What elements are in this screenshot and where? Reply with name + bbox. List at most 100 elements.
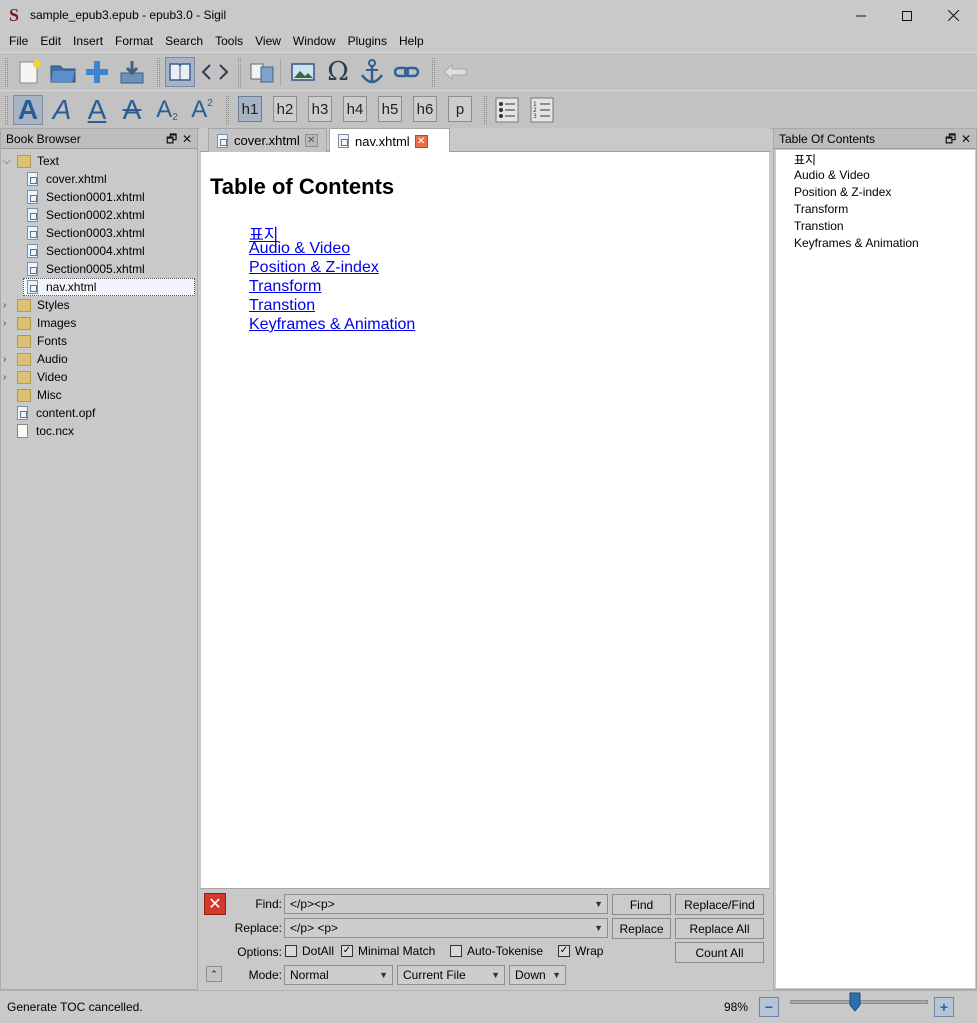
- maximize-icon[interactable]: [884, 0, 930, 31]
- tree-file-cover[interactable]: cover.xhtml: [27, 170, 107, 188]
- tree-folder-text[interactable]: ⌵ Text: [3, 152, 59, 170]
- insert-special-char-icon[interactable]: Ω: [323, 57, 353, 87]
- wrap-checkbox[interactable]: ✓ Wrap: [558, 944, 603, 958]
- bold-icon[interactable]: A: [13, 95, 43, 125]
- scope-select[interactable]: Current File ▼: [397, 965, 505, 985]
- new-file-icon[interactable]: [14, 57, 44, 87]
- replace-button[interactable]: Replace: [612, 918, 671, 939]
- heading-h4-button[interactable]: h4: [343, 96, 367, 122]
- float-panel-icon[interactable]: 🗗: [945, 132, 956, 146]
- toc-item[interactable]: Keyframes & Animation: [794, 236, 919, 250]
- toolbar-grip[interactable]: [226, 96, 229, 125]
- toolbar-grip[interactable]: [157, 58, 160, 87]
- heading-h1-button[interactable]: h1: [238, 96, 262, 122]
- toc-link-transform[interactable]: Transform: [249, 278, 321, 296]
- tree-folder-styles[interactable]: › Styles: [3, 296, 70, 314]
- collapse-arrow-icon[interactable]: ›: [3, 300, 13, 311]
- open-folder-icon[interactable]: [48, 57, 78, 87]
- toc-item[interactable]: Transform: [794, 202, 848, 216]
- tree-file-nav-selected[interactable]: nav.xhtml: [23, 278, 195, 296]
- tree-file-section0004[interactable]: Section0004.xhtml: [27, 242, 145, 260]
- toolbar-grip[interactable]: [5, 96, 8, 125]
- toc-link-audio-video[interactable]: Audio & Video: [249, 240, 350, 258]
- close-icon[interactable]: [930, 0, 976, 31]
- zoom-in-icon[interactable]: +: [934, 997, 954, 1017]
- subscript-icon[interactable]: A2: [152, 95, 182, 125]
- underline-icon[interactable]: A: [82, 95, 112, 125]
- collapse-arrow-icon[interactable]: ›: [3, 372, 13, 383]
- find-input[interactable]: </p><p> ▼: [284, 894, 608, 914]
- tree-file-section0003[interactable]: Section0003.xhtml: [27, 224, 145, 242]
- heading-h5-button[interactable]: h5: [378, 96, 402, 122]
- bullet-list-icon[interactable]: [492, 95, 522, 125]
- float-panel-icon[interactable]: 🗗: [166, 132, 177, 146]
- zoom-out-icon[interactable]: −: [759, 997, 779, 1017]
- split-file-icon[interactable]: [247, 57, 277, 87]
- code-view-icon[interactable]: [200, 57, 230, 87]
- heading-h3-button[interactable]: h3: [308, 96, 332, 122]
- count-all-button[interactable]: Count All: [675, 942, 764, 963]
- toc-link-transition[interactable]: Transtion: [249, 297, 315, 315]
- toc-item[interactable]: 표지: [794, 151, 816, 168]
- close-panel-icon[interactable]: ✕: [182, 132, 192, 146]
- tree-folder-misc[interactable]: Misc: [3, 386, 62, 404]
- toolbar-grip[interactable]: [5, 58, 8, 87]
- tree-file-content-opf[interactable]: content.opf: [17, 404, 95, 422]
- add-file-icon[interactable]: [82, 57, 112, 87]
- menu-help[interactable]: Help: [393, 31, 430, 52]
- menu-view[interactable]: View: [249, 31, 287, 52]
- collapse-arrow-icon[interactable]: ›: [3, 354, 13, 365]
- close-find-icon[interactable]: ✕: [204, 893, 226, 915]
- minimal-match-checkbox[interactable]: ✓ Minimal Match: [341, 944, 435, 958]
- tab-close-icon[interactable]: ✕: [304, 134, 318, 147]
- menu-insert[interactable]: Insert: [67, 31, 109, 52]
- toc-link-keyframes[interactable]: Keyframes & Animation: [249, 316, 415, 334]
- tree-file-section0001[interactable]: Section0001.xhtml: [27, 188, 145, 206]
- numbered-list-icon[interactable]: 123: [527, 95, 557, 125]
- toc-item[interactable]: Audio & Video: [794, 168, 870, 182]
- insert-link-icon[interactable]: [392, 57, 422, 87]
- toolbar-grip[interactable]: [484, 96, 487, 125]
- italic-icon[interactable]: A: [47, 95, 77, 125]
- menu-tools[interactable]: Tools: [209, 31, 249, 52]
- find-button[interactable]: Find: [612, 894, 671, 915]
- book-view-icon[interactable]: [165, 57, 195, 87]
- tab-close-icon[interactable]: ✕: [414, 134, 428, 148]
- menu-file[interactable]: File: [3, 31, 34, 52]
- back-arrow-icon[interactable]: [440, 57, 470, 87]
- close-panel-icon[interactable]: ✕: [961, 132, 971, 146]
- editor-view[interactable]: Table of Contents 표지 Audio & Video Posit…: [201, 152, 769, 888]
- menu-format[interactable]: Format: [109, 31, 159, 52]
- toolbar-grip[interactable]: [238, 58, 241, 87]
- paragraph-button[interactable]: p: [448, 96, 472, 122]
- toc-link-position[interactable]: Position & Z-index: [249, 259, 379, 277]
- mode-select[interactable]: Normal ▼: [284, 965, 393, 985]
- tab-nav-active[interactable]: nav.xhtml ✕: [329, 128, 450, 153]
- tree-folder-images[interactable]: › Images: [3, 314, 76, 332]
- chevron-down-icon[interactable]: ▼: [491, 966, 500, 984]
- tree-file-toc-ncx[interactable]: toc.ncx: [17, 422, 74, 440]
- toc-item[interactable]: Position & Z-index: [794, 185, 891, 199]
- save-icon[interactable]: [117, 57, 147, 87]
- insert-anchor-icon[interactable]: [357, 57, 387, 87]
- replace-find-button[interactable]: Replace/Find: [675, 894, 764, 915]
- tree-folder-audio[interactable]: › Audio: [3, 350, 68, 368]
- chevron-down-icon[interactable]: ▼: [594, 895, 603, 913]
- toolbar-grip[interactable]: [432, 58, 435, 87]
- replace-all-button[interactable]: Replace All: [675, 918, 764, 939]
- chevron-down-icon[interactable]: ▼: [379, 966, 388, 984]
- tree-file-section0002[interactable]: Section0002.xhtml: [27, 206, 145, 224]
- tree-file-section0005[interactable]: Section0005.xhtml: [27, 260, 145, 278]
- insert-image-icon[interactable]: [288, 57, 318, 87]
- menu-edit[interactable]: Edit: [34, 31, 67, 52]
- expand-arrow-icon[interactable]: ⌵: [3, 156, 13, 167]
- menu-plugins[interactable]: Plugins: [342, 31, 393, 52]
- heading-h2-button[interactable]: h2: [273, 96, 297, 122]
- strikethrough-icon[interactable]: A: [117, 95, 147, 125]
- menu-search[interactable]: Search: [159, 31, 209, 52]
- superscript-icon[interactable]: A2: [187, 95, 217, 125]
- tree-folder-video[interactable]: › Video: [3, 368, 67, 386]
- tree-folder-fonts[interactable]: Fonts: [3, 332, 67, 350]
- chevron-down-icon[interactable]: ▼: [594, 919, 603, 937]
- auto-tokenise-checkbox[interactable]: Auto-Tokenise: [450, 944, 543, 958]
